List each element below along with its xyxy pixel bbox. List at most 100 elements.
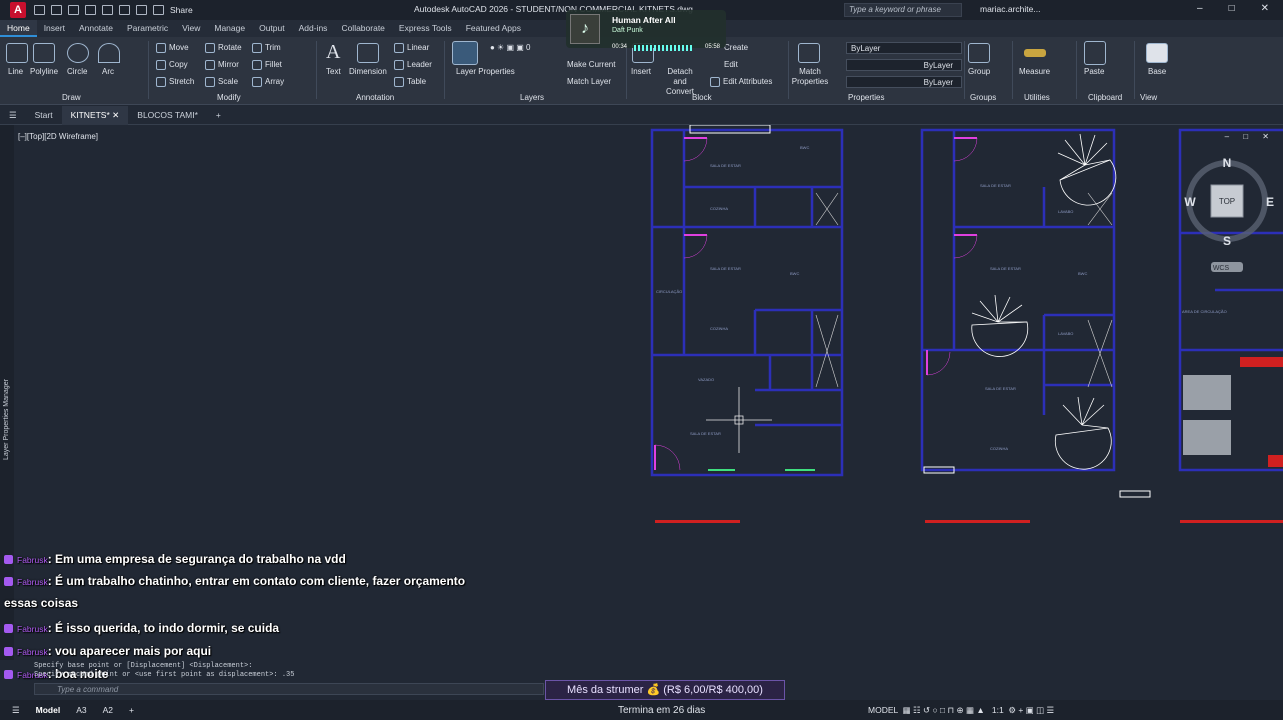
create-block-button[interactable]: Create [724,43,748,52]
mirror-button[interactable]: Mirror [205,60,239,70]
ribbon-tab-express-tools[interactable]: Express Tools [392,20,459,37]
paste-icon[interactable] [1084,41,1106,65]
user-account[interactable]: mariac.archite... [980,4,1040,14]
viewport-controls[interactable]: [–][Top][2D Wireframe] [18,132,98,141]
layer-properties-button[interactable]: Layer Properties [456,67,515,76]
annotation-scale[interactable]: 1:1 [992,705,1004,715]
linear-button[interactable]: Linear [394,43,429,53]
line-button[interactable]: Line [8,67,23,76]
share-button[interactable]: Share [170,5,193,15]
copy-button[interactable]: Copy [156,60,188,70]
ribbon-tab-view[interactable]: View [175,20,207,37]
measure-button[interactable]: Measure [1019,67,1050,76]
save-icon[interactable] [68,5,79,15]
ribbon-tab-parametric[interactable]: Parametric [120,20,175,37]
dimension-button[interactable]: Dimension [349,67,387,76]
text-button[interactable]: Text [326,67,341,76]
modify-group-label[interactable]: Modify [217,93,241,102]
text-icon[interactable]: A [326,41,340,64]
linetype-select[interactable]: ByLayer [846,59,962,71]
arc-tool-icon[interactable] [98,43,120,63]
edit-block-button[interactable]: Edit [724,60,738,69]
ribbon-tab-manage[interactable]: Manage [207,20,252,37]
array-button[interactable]: Array [252,77,284,87]
maximize-icon[interactable]: □ [1229,3,1235,14]
trim-button[interactable]: Trim [252,43,281,53]
layout-tab-a2[interactable]: A2 [103,705,113,715]
match-layer-button[interactable]: Match Layer [567,77,611,86]
ribbon-tab-output[interactable]: Output [252,20,292,37]
layers-group-label[interactable]: Layers [520,93,544,102]
base-view-icon[interactable] [1146,43,1168,63]
redo-icon[interactable] [153,5,164,15]
groups-group-label[interactable]: Groups [970,93,996,102]
circle-tool-icon[interactable] [67,43,89,63]
compass-west[interactable]: W [1184,195,1196,209]
block-group-label[interactable]: Block [692,93,712,102]
undo-icon[interactable] [136,5,147,15]
polyline-tool-icon[interactable] [33,43,55,63]
paste-button[interactable]: Paste [1084,67,1104,76]
view-group-label[interactable]: View [1140,93,1157,102]
cloud-icon[interactable] [102,5,113,15]
match-properties-icon[interactable] [798,43,820,63]
rotate-button[interactable]: Rotate [205,43,242,53]
fillet-button[interactable]: Fillet [252,60,282,70]
compass-north[interactable]: N [1223,156,1232,170]
open-file-icon[interactable] [51,5,62,15]
search-input[interactable]: Type a keyword or phrase [844,3,962,17]
utilities-group-label[interactable]: Utilities [1024,93,1050,102]
group-button[interactable]: Group [968,67,990,76]
new-tab-icon[interactable]: + [207,106,230,125]
ribbon-tab-add-ins[interactable]: Add-ins [292,20,335,37]
ribbon-tab-insert[interactable]: Insert [37,20,72,37]
draw-group-label[interactable]: Draw [62,93,81,102]
match-properties-button[interactable]: Match Properties [790,67,830,87]
arc-button[interactable]: Arc [102,67,114,76]
ribbon-tab-home[interactable]: Home [0,20,37,37]
viewcube[interactable]: TOP N S E W WCS [1180,150,1280,280]
insert-button[interactable]: Insert [631,67,651,76]
viewport-window-buttons[interactable]: – □ ✕ [1225,132,1275,141]
add-layout-icon[interactable]: + [129,705,134,715]
base-button[interactable]: Base [1148,67,1166,76]
group-icon[interactable] [968,43,990,63]
model-space-button[interactable]: MODEL [868,705,898,715]
viewcube-top-label[interactable]: TOP [1219,197,1235,206]
properties-group-label[interactable]: Properties [848,93,884,102]
new-file-icon[interactable] [34,5,45,15]
layer-properties-manager-tab[interactable]: Layer Properties Manager [3,379,10,460]
autocad-logo-icon[interactable]: A [10,2,26,18]
color-select[interactable]: ByLayer [846,42,962,54]
list-icon[interactable]: ☰ [12,705,20,716]
menu-icon[interactable]: ☰ [0,106,26,125]
line-tool-icon[interactable] [6,43,28,63]
ribbon-tab-featured-apps[interactable]: Featured Apps [459,20,528,37]
make-current-button[interactable]: Make Current [567,60,615,69]
close-tab-icon[interactable]: ✕ [112,110,119,120]
circle-button[interactable]: Circle [67,67,87,76]
command-input[interactable]: Type a command [34,683,544,695]
doc-tab-blocos[interactable]: BLOCOS TAMI* [128,106,207,125]
clipboard-group-label[interactable]: Clipboard [1088,93,1122,102]
table-button[interactable]: Table [394,77,426,87]
move-button[interactable]: Move [156,43,189,53]
ribbon-tab-annotate[interactable]: Annotate [72,20,120,37]
doc-tab-kitnets[interactable]: KITNETS* ✕ [61,105,129,125]
leader-button[interactable]: Leader [394,60,432,70]
layout-tab-a3[interactable]: A3 [76,705,86,715]
print-icon[interactable] [119,5,130,15]
edit-attributes-button[interactable]: Edit Attributes [710,77,772,87]
compass-east[interactable]: E [1266,195,1274,209]
wcs-button[interactable]: WCS [1213,265,1230,272]
stretch-button[interactable]: Stretch [156,77,194,87]
doc-tab-start[interactable]: Start [26,106,62,125]
polyline-button[interactable]: Polyline [30,67,58,76]
scale-button[interactable]: Scale [205,77,238,87]
close-icon[interactable]: ✕ [1261,3,1269,14]
compass-south[interactable]: S [1223,234,1231,248]
lineweight-select[interactable]: ByLayer [846,76,962,88]
measure-icon[interactable] [1024,49,1046,57]
layer-properties-icon[interactable] [452,41,478,65]
model-tab[interactable]: Model [36,705,61,715]
